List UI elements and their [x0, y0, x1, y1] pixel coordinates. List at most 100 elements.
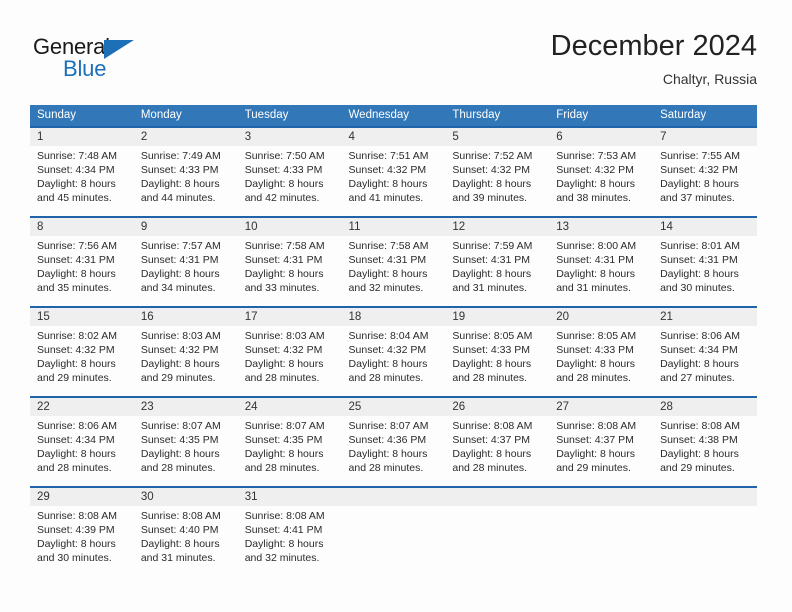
day-cell-empty — [653, 509, 757, 576]
daylight-line1: Daylight: 8 hours — [556, 178, 636, 190]
sunrise-text: Sunrise: 7:58 AM — [244, 240, 325, 252]
day-number[interactable]: 8 — [30, 218, 134, 236]
triangle-icon — [104, 40, 134, 59]
day-number-empty — [445, 488, 549, 506]
weekday-header-tuesday: Tuesday — [244, 109, 289, 121]
daylight-line2: and 29 minutes. — [556, 462, 631, 474]
daylight-line1: Daylight: 8 hours — [244, 358, 324, 370]
day-number[interactable]: 10 — [238, 218, 342, 236]
day-number[interactable]: 18 — [342, 308, 446, 326]
sunset-text: Sunset: 4:32 PM — [452, 164, 531, 176]
day-cell: Sunrise: 7:52 AM Sunset: 4:32 PM Dayligh… — [445, 149, 549, 216]
daylight-line1: Daylight: 8 hours — [140, 358, 220, 370]
day-number[interactable]: 17 — [238, 308, 342, 326]
sunset-text: Sunset: 4:34 PM — [660, 344, 738, 356]
day-number[interactable]: 15 — [30, 308, 134, 326]
sunrise-text: Sunrise: 8:01 AM — [660, 240, 741, 252]
daylight-line1: Daylight: 8 hours — [37, 178, 116, 190]
day-cell: Sunrise: 7:58 AM Sunset: 4:31 PM Dayligh… — [238, 239, 342, 306]
day-number[interactable]: 12 — [445, 218, 549, 236]
day-cell: Sunrise: 8:08 AM Sunset: 4:38 PM Dayligh… — [653, 419, 757, 486]
sunset-text: Sunset: 4:32 PM — [348, 164, 427, 176]
day-number[interactable]: 2 — [134, 128, 238, 146]
sunrise-text: Sunrise: 8:08 AM — [556, 420, 637, 432]
daylight-line2: and 31 minutes. — [452, 282, 528, 294]
day-number[interactable]: 28 — [653, 398, 757, 416]
sunset-text: Sunset: 4:40 PM — [140, 524, 219, 536]
daylight-line1: Daylight: 8 hours — [348, 358, 428, 370]
daylight-line2: and 31 minutes. — [140, 552, 216, 564]
day-number[interactable]: 21 — [653, 308, 757, 326]
day-number[interactable]: 5 — [445, 128, 549, 146]
sunset-text: Sunset: 4:31 PM — [348, 254, 427, 266]
calendar-page: General Blue December 2024 Chaltyr, Russ… — [0, 0, 792, 612]
day-number[interactable]: 11 — [342, 218, 446, 236]
calendar-week-row: 22 23 24 25 26 27 28 Sunrise: 8:06 AM Su… — [30, 396, 757, 486]
sunset-text: Sunset: 4:31 PM — [37, 254, 115, 266]
day-number[interactable]: 31 — [238, 488, 342, 506]
sunrise-text: Sunrise: 8:07 AM — [244, 420, 325, 432]
daylight-line1: Daylight: 8 hours — [556, 448, 636, 460]
daylight-line1: Daylight: 8 hours — [452, 178, 532, 190]
page-title: December 2024 — [550, 30, 757, 62]
day-number[interactable]: 22 — [30, 398, 134, 416]
daylight-line1: Daylight: 8 hours — [348, 268, 428, 280]
day-cell: Sunrise: 8:08 AM Sunset: 4:41 PM Dayligh… — [238, 509, 342, 576]
day-number[interactable]: 20 — [549, 308, 653, 326]
day-number[interactable]: 6 — [549, 128, 653, 146]
day-cell: Sunrise: 8:04 AM Sunset: 4:32 PM Dayligh… — [342, 329, 446, 396]
daylight-line1: Daylight: 8 hours — [452, 448, 532, 460]
sunrise-text: Sunrise: 7:58 AM — [348, 240, 429, 252]
day-detail-row: Sunrise: 7:48 AM Sunset: 4:34 PM Dayligh… — [30, 146, 757, 216]
day-cell: Sunrise: 8:03 AM Sunset: 4:32 PM Dayligh… — [238, 329, 342, 396]
calendar-week-row: 15 16 17 18 19 20 21 Sunrise: 8:02 AM Su… — [30, 306, 757, 396]
day-number[interactable]: 26 — [445, 398, 549, 416]
sunrise-text: Sunrise: 7:57 AM — [140, 240, 221, 252]
sunrise-text: Sunrise: 8:06 AM — [37, 420, 117, 432]
weekday-header-thursday: Thursday — [452, 109, 501, 121]
page-subtitle-location: Chaltyr, Russia — [662, 71, 757, 87]
daylight-line1: Daylight: 8 hours — [37, 448, 116, 460]
day-number[interactable]: 27 — [549, 398, 653, 416]
day-cell: Sunrise: 7:57 AM Sunset: 4:31 PM Dayligh… — [134, 239, 238, 306]
day-detail-row: Sunrise: 8:06 AM Sunset: 4:34 PM Dayligh… — [30, 416, 757, 486]
day-number[interactable]: 3 — [238, 128, 342, 146]
day-number[interactable]: 1 — [30, 128, 134, 146]
day-number[interactable]: 30 — [134, 488, 238, 506]
day-cell: Sunrise: 8:05 AM Sunset: 4:33 PM Dayligh… — [549, 329, 653, 396]
day-number[interactable]: 13 — [549, 218, 653, 236]
daylight-line1: Daylight: 8 hours — [140, 268, 220, 280]
daylight-line2: and 44 minutes. — [140, 192, 216, 204]
sunset-text: Sunset: 4:39 PM — [37, 524, 115, 536]
sunrise-text: Sunrise: 8:08 AM — [37, 510, 117, 522]
title-block: December 2024 Chaltyr, Russia — [551, 28, 757, 90]
day-number[interactable]: 4 — [342, 128, 446, 146]
day-number-empty — [549, 488, 653, 506]
sunrise-text: Sunrise: 7:55 AM — [660, 150, 741, 162]
daylight-line1: Daylight: 8 hours — [37, 538, 116, 550]
day-cell: Sunrise: 7:50 AM Sunset: 4:33 PM Dayligh… — [238, 149, 342, 216]
calendar-table: Sunday Monday Tuesday Wednesday Thursday… — [30, 105, 757, 576]
day-number[interactable]: 23 — [134, 398, 238, 416]
day-number-empty — [342, 488, 446, 506]
weekday-header-sunday: Sunday — [37, 109, 77, 121]
sunset-text: Sunset: 4:35 PM — [244, 434, 323, 446]
weekday-header-wednesday: Wednesday — [348, 109, 410, 121]
day-number[interactable]: 9 — [134, 218, 238, 236]
day-cell: Sunrise: 8:08 AM Sunset: 4:37 PM Dayligh… — [549, 419, 653, 486]
daylight-line1: Daylight: 8 hours — [348, 178, 428, 190]
general-blue-logo[interactable]: General Blue — [30, 34, 250, 92]
daylight-line2: and 41 minutes. — [348, 192, 424, 204]
day-number[interactable]: 24 — [238, 398, 342, 416]
sunset-text: Sunset: 4:37 PM — [452, 434, 531, 446]
daylight-line1: Daylight: 8 hours — [556, 268, 636, 280]
day-number[interactable]: 14 — [653, 218, 757, 236]
sunset-text: Sunset: 4:35 PM — [140, 434, 219, 446]
day-number[interactable]: 29 — [30, 488, 134, 506]
day-number[interactable]: 25 — [342, 398, 446, 416]
day-number-row: 1 2 3 4 5 6 7 — [30, 128, 757, 146]
day-number[interactable]: 19 — [445, 308, 549, 326]
sunrise-text: Sunrise: 8:00 AM — [556, 240, 637, 252]
day-number[interactable]: 16 — [134, 308, 238, 326]
day-number[interactable]: 7 — [653, 128, 757, 146]
